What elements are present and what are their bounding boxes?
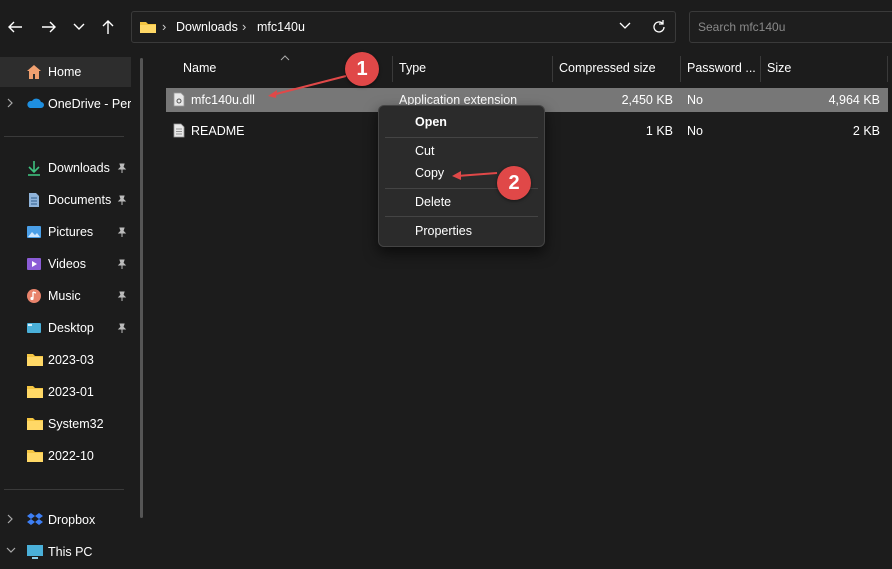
- annotation-arrows: [268, 75, 498, 180]
- step-badge-1: 1: [345, 52, 379, 86]
- step-badge-2: 2: [497, 166, 531, 200]
- annotation-arrow-1: [271, 75, 347, 96]
- annotation-arrow-2: [456, 172, 498, 177]
- arrow-head-icon: [452, 171, 461, 180]
- arrow-head-icon: [268, 90, 277, 98]
